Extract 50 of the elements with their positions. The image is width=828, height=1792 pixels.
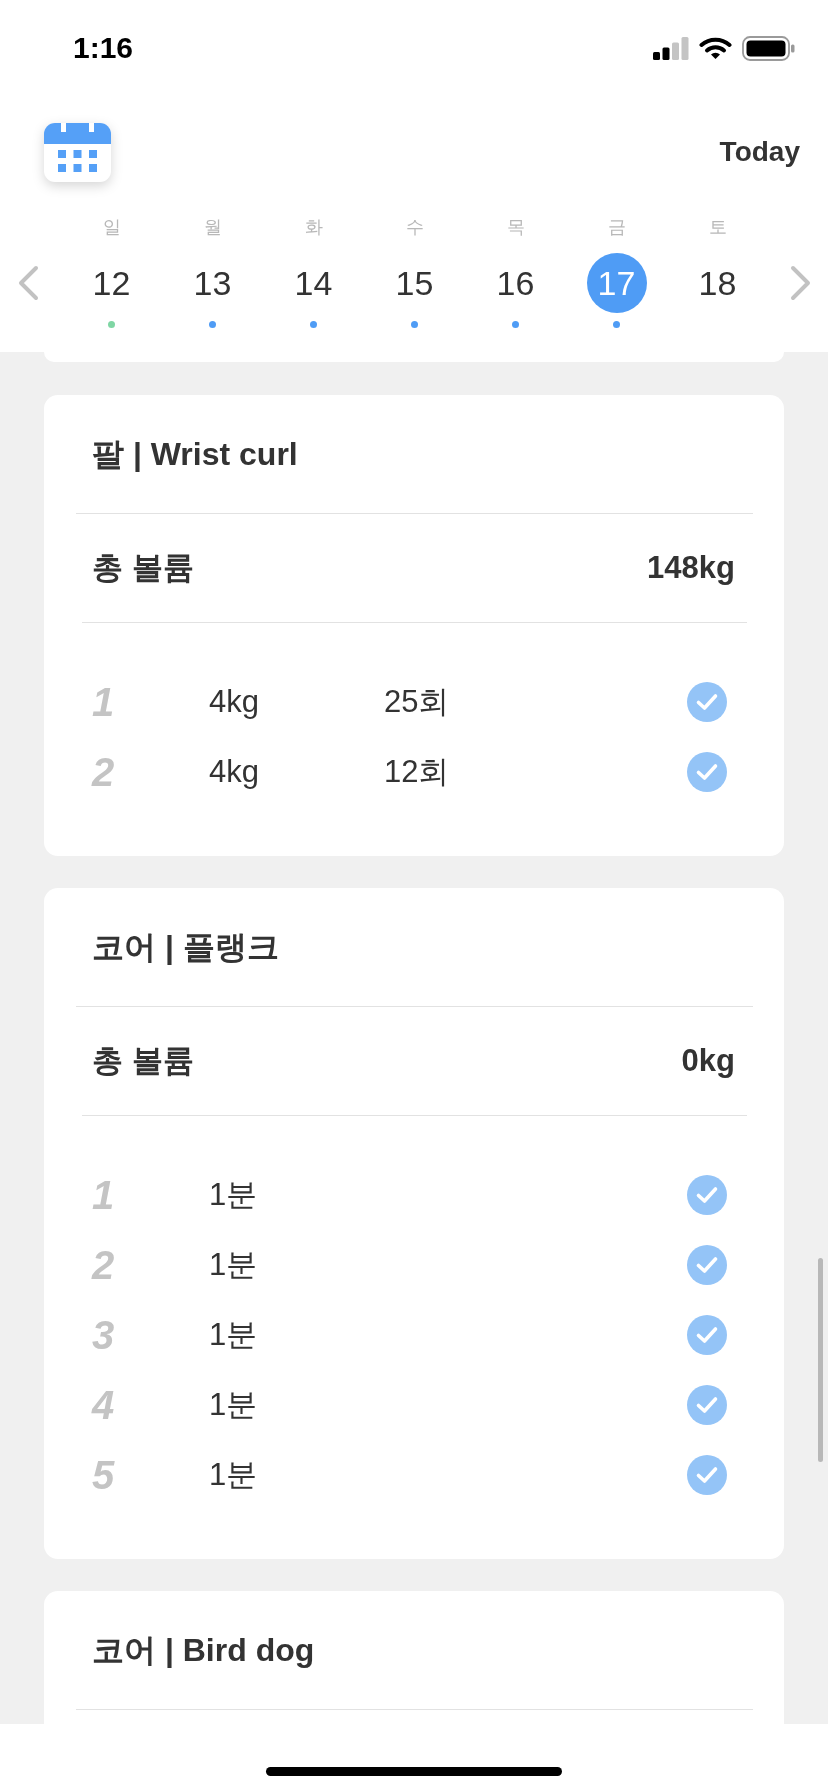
set-number: 3	[92, 1312, 116, 1358]
check-circle-icon[interactable]	[687, 1455, 727, 1495]
set-value: 25회	[384, 683, 451, 721]
status-time: 1:16	[73, 31, 134, 65]
set-number: 1	[92, 679, 116, 725]
today-button[interactable]: Today	[719, 135, 800, 169]
set-value: 1분	[209, 1246, 259, 1284]
set-number: 4	[92, 1382, 116, 1428]
battery-icon	[742, 35, 795, 61]
set-value: 12회	[384, 753, 451, 791]
date-button[interactable]: 15	[384, 253, 445, 313]
date-button[interactable]: 13	[182, 253, 243, 313]
set-number: 5	[92, 1452, 116, 1498]
total-volume-label: 총 볼륨	[92, 549, 194, 587]
set-number: 1	[92, 1172, 116, 1218]
date-button[interactable]: 16	[485, 253, 546, 313]
set-value: 4kg	[209, 683, 260, 721]
chevron-right-icon[interactable]	[790, 265, 812, 301]
total-volume-value: 0kg	[681, 1042, 735, 1080]
total-volume-label: 총 볼륨	[92, 1042, 194, 1080]
check-circle-icon[interactable]	[687, 1175, 727, 1215]
check-circle-icon[interactable]	[687, 752, 727, 792]
set-value: 1분	[209, 1456, 259, 1494]
exercise-title: 코어 | 플랭크	[92, 928, 279, 967]
set-value: 1분	[209, 1316, 259, 1354]
date-button[interactable]: 18	[687, 253, 748, 313]
weekday-label: 일	[102, 216, 121, 239]
weekday-label: 화	[304, 216, 323, 239]
exercise-title: 코어 | Bird dog	[92, 1631, 315, 1670]
check-circle-icon[interactable]	[687, 682, 727, 722]
check-circle-icon[interactable]	[687, 1315, 727, 1355]
set-value: 1분	[209, 1386, 259, 1424]
set-number: 2	[92, 749, 116, 795]
check-circle-icon[interactable]	[687, 1385, 727, 1425]
chevron-left-icon[interactable]	[17, 265, 39, 301]
date-button[interactable]: 14	[283, 253, 344, 313]
weekday-label: 목	[506, 216, 525, 239]
check-circle-icon[interactable]	[687, 1245, 727, 1285]
total-volume-value: 148kg	[647, 549, 735, 587]
set-value: 1분	[209, 1176, 259, 1214]
set-number: 2	[92, 1242, 116, 1288]
signal-icon	[653, 36, 689, 60]
exercise-title: 팔 | Wrist curl	[92, 435, 298, 474]
set-value: 4kg	[209, 753, 260, 791]
wifi-icon	[699, 36, 732, 60]
weekday-label: 수	[405, 216, 424, 239]
weekday-label: 월	[203, 216, 222, 239]
date-button[interactable]: 12	[81, 253, 142, 313]
weekday-label: 금	[607, 216, 626, 239]
weekday-label: 토	[708, 216, 727, 239]
